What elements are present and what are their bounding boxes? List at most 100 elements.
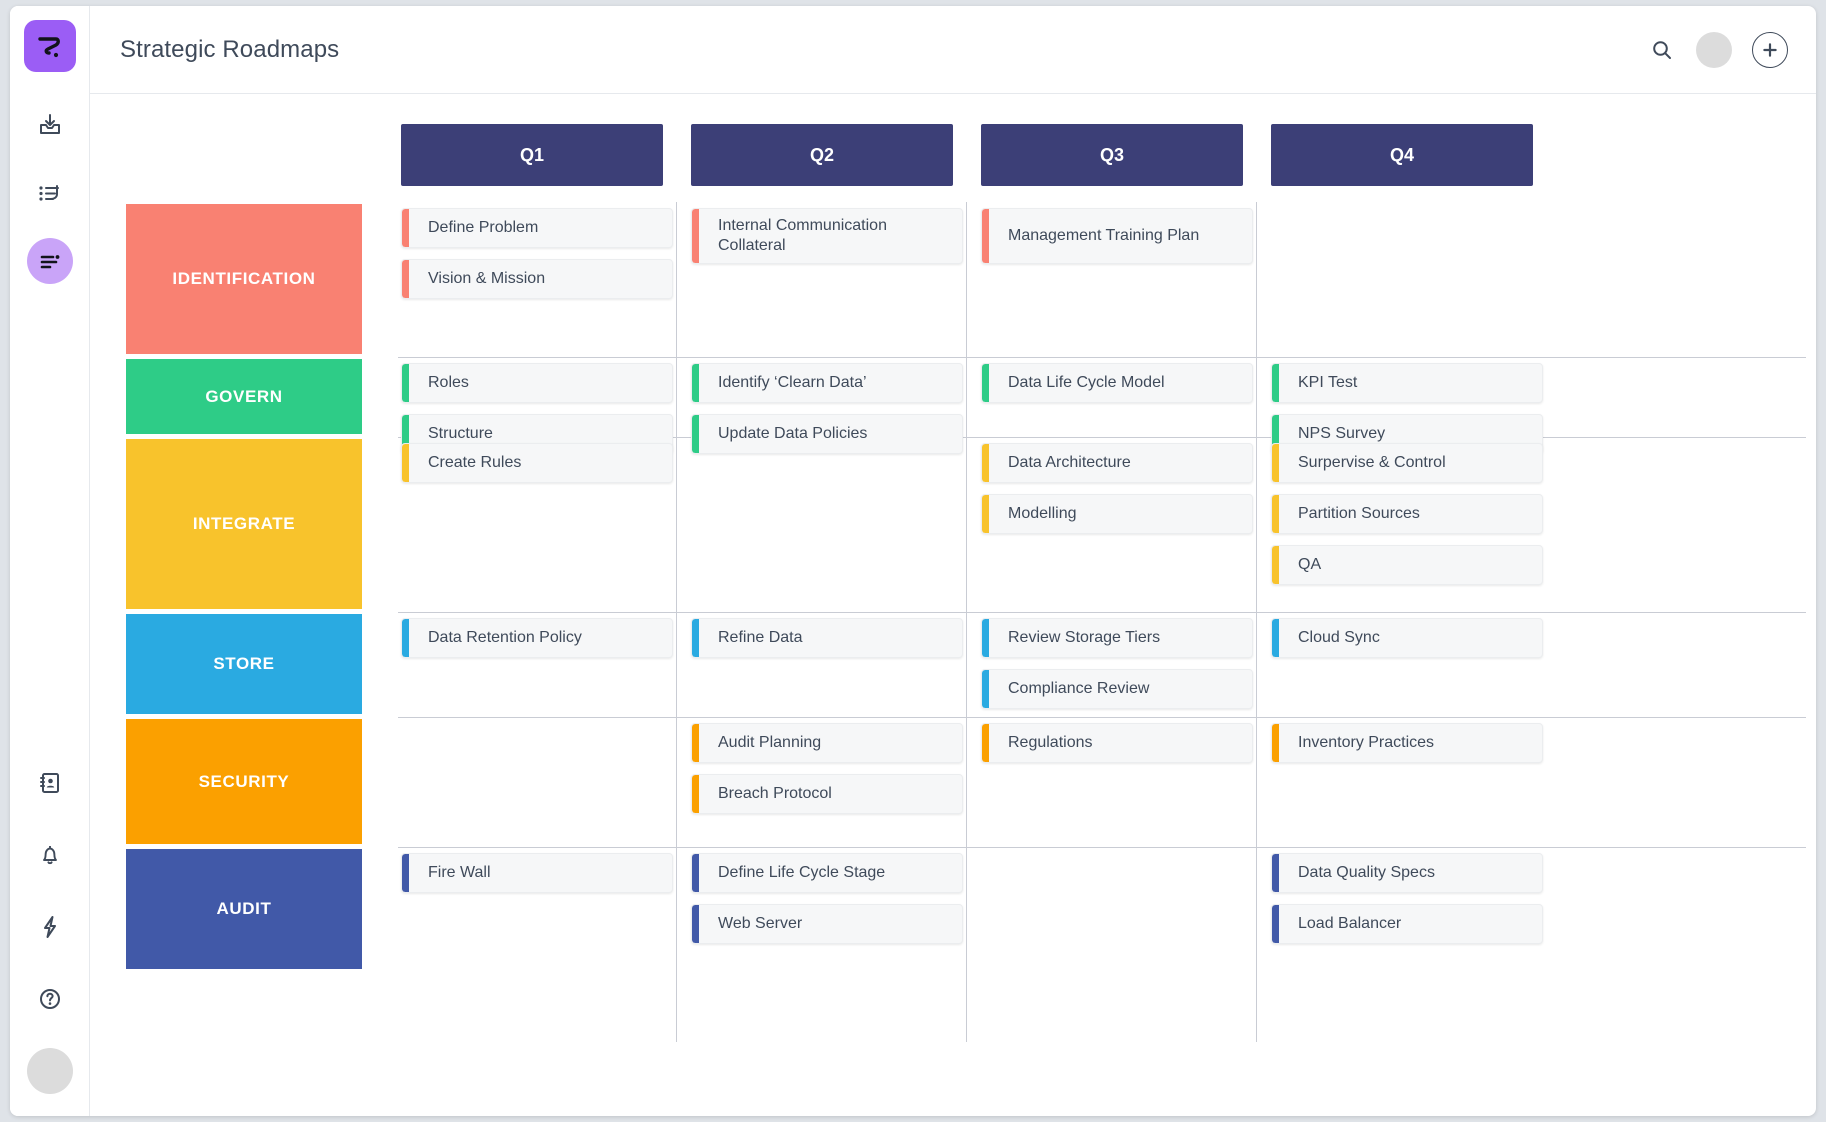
- task-card-color-bar: [402, 364, 409, 402]
- task-card-label: Audit Planning: [718, 734, 822, 751]
- task-card[interactable]: Data Quality Specs: [1271, 853, 1543, 893]
- category-chip-identification[interactable]: IDENTIFICATION: [126, 204, 362, 354]
- quarter-header-label: Q4: [1389, 144, 1414, 165]
- task-card-label: Update Data Policies: [718, 425, 868, 442]
- task-card-color-bar: [402, 444, 409, 482]
- sidebar-item-contacts[interactable]: [27, 760, 73, 806]
- task-card[interactable]: Data Architecture: [981, 443, 1253, 483]
- row-divider-3: [398, 612, 1806, 613]
- task-card-label: Data Life Cycle Model: [1008, 374, 1165, 391]
- category-chip-govern[interactable]: GOVERN: [126, 359, 362, 434]
- sidebar-item-notifications[interactable]: [27, 832, 73, 878]
- category-chip-security[interactable]: SECURITY: [126, 719, 362, 844]
- sidebar-item-task-list[interactable]: [27, 170, 73, 216]
- column-divider-1: [676, 202, 677, 1042]
- board-canvas: Q1 Q2 Q3 Q4 IDENTIFICATION Define Problem Visi…: [90, 94, 1816, 1116]
- task-card[interactable]: Define Life Cycle Stage: [691, 853, 963, 893]
- category-chip-label: INTEGRATE: [192, 514, 296, 533]
- sidebar-user-avatar[interactable]: [26, 1048, 73, 1094]
- task-card-color-bar: [982, 209, 989, 263]
- task-card[interactable]: Management Training Plan: [981, 208, 1253, 264]
- plus-icon: [1763, 42, 1777, 57]
- task-card-label: Internal Communication Collateral: [718, 217, 887, 254]
- task-card-label: Fire Wall: [428, 864, 491, 881]
- top-bar: Strategic Roadmaps: [90, 6, 1816, 94]
- category-chip-label: STORE: [213, 654, 275, 673]
- task-card-label: Surpervise & Control: [1298, 454, 1446, 471]
- category-chip-audit[interactable]: AUDIT: [126, 849, 362, 969]
- task-card[interactable]: Web Server: [691, 904, 963, 944]
- task-card-color-bar: [982, 364, 989, 402]
- task-card[interactable]: Breach Protocol: [691, 774, 963, 814]
- sidebar-item-inbox-download[interactable]: [27, 102, 73, 148]
- roadmap-lines-icon: [40, 255, 59, 269]
- row-divider-1: [398, 357, 1806, 358]
- task-card-label: Inventory Practices: [1298, 734, 1435, 751]
- task-card-label: Data Retention Policy: [428, 629, 582, 646]
- topbar-avatar[interactable]: [1696, 31, 1732, 68]
- sidebar-item-automation[interactable]: [27, 904, 73, 950]
- task-card[interactable]: Fire Wall: [401, 853, 673, 893]
- task-card-color-bar: [982, 495, 989, 533]
- task-card[interactable]: Identify ‘Clearn Data’: [691, 363, 963, 403]
- task-card-label: Data Quality Specs: [1298, 864, 1435, 881]
- task-card-color-bar: [1272, 905, 1279, 943]
- task-card[interactable]: Update Data Policies: [691, 414, 963, 454]
- task-card[interactable]: Data Retention Policy: [401, 618, 673, 658]
- task-card[interactable]: Internal Communication Collateral: [691, 208, 963, 264]
- task-card-label: Web Server: [718, 915, 803, 932]
- task-card[interactable]: Data Life Cycle Model: [981, 363, 1253, 403]
- task-card-label: Review Storage Tiers: [1008, 629, 1161, 646]
- search-icon: [1653, 40, 1671, 59]
- task-card-label: QA: [1298, 556, 1322, 573]
- task-card[interactable]: Partition Sources: [1271, 494, 1543, 534]
- app-logo[interactable]: [23, 20, 76, 72]
- task-card[interactable]: Regulations: [981, 723, 1253, 763]
- quarter-header-q1[interactable]: Q1: [401, 124, 663, 186]
- task-card[interactable]: Inventory Practices: [1271, 723, 1543, 763]
- add-button[interactable]: [1752, 31, 1788, 68]
- row-divider-5: [398, 847, 1806, 848]
- task-card[interactable]: Surpervise & Control: [1271, 443, 1543, 483]
- task-card[interactable]: Cloud Sync: [1271, 618, 1543, 658]
- task-card[interactable]: Compliance Review: [981, 669, 1253, 709]
- sidebar-item-roadmap[interactable]: [26, 238, 73, 284]
- page-title: Strategic Roadmaps: [120, 35, 340, 63]
- task-card-color-bar: [982, 619, 989, 657]
- category-chip-store[interactable]: STORE: [126, 614, 362, 714]
- list-reply-icon: [38, 185, 59, 201]
- quarter-header-q3[interactable]: Q3: [981, 124, 1243, 186]
- task-card[interactable]: Refine Data: [691, 618, 963, 658]
- task-card[interactable]: Roles: [401, 363, 673, 403]
- quarter-header-q4[interactable]: Q4: [1271, 124, 1533, 186]
- category-chip-integrate[interactable]: INTEGRATE: [126, 439, 362, 609]
- task-card[interactable]: Audit Planning: [691, 723, 963, 763]
- task-card-label: Modelling: [1008, 505, 1077, 522]
- task-card-color-bar: [1272, 364, 1279, 402]
- quarter-header-label: Q3: [1099, 144, 1124, 165]
- task-card-label: Create Rules: [428, 454, 522, 471]
- task-card-color-bar: [692, 209, 699, 263]
- task-card-color-bar: [692, 724, 699, 762]
- search-button[interactable]: [1650, 38, 1674, 62]
- quarter-header-label: Q1: [519, 144, 544, 165]
- task-card[interactable]: Modelling: [981, 494, 1253, 534]
- task-card-label: Define Life Cycle Stage: [718, 864, 886, 881]
- task-card[interactable]: Review Storage Tiers: [981, 618, 1253, 658]
- roadmap-board[interactable]: Q1 Q2 Q3 Q4 IDENTIFICATION Define Problem Visi…: [90, 94, 1816, 1116]
- task-card-color-bar: [692, 854, 699, 892]
- task-card[interactable]: Define Problem: [401, 208, 673, 248]
- category-chip-label: AUDIT: [216, 899, 272, 918]
- task-card[interactable]: QA: [1271, 545, 1543, 585]
- task-card[interactable]: Create Rules: [401, 443, 673, 483]
- sidebar-item-help[interactable]: [27, 976, 73, 1022]
- task-card-color-bar: [1272, 444, 1279, 482]
- task-card-label: Compliance Review: [1008, 680, 1150, 697]
- task-card[interactable]: KPI Test: [1271, 363, 1543, 403]
- column-divider-3: [1256, 202, 1257, 1042]
- quarter-header-q2[interactable]: Q2: [691, 124, 953, 186]
- task-card[interactable]: Vision & Mission: [401, 259, 673, 299]
- task-card-label: Data Architecture: [1008, 454, 1131, 471]
- task-card[interactable]: Load Balancer: [1271, 904, 1543, 944]
- task-card-color-bar: [692, 905, 699, 943]
